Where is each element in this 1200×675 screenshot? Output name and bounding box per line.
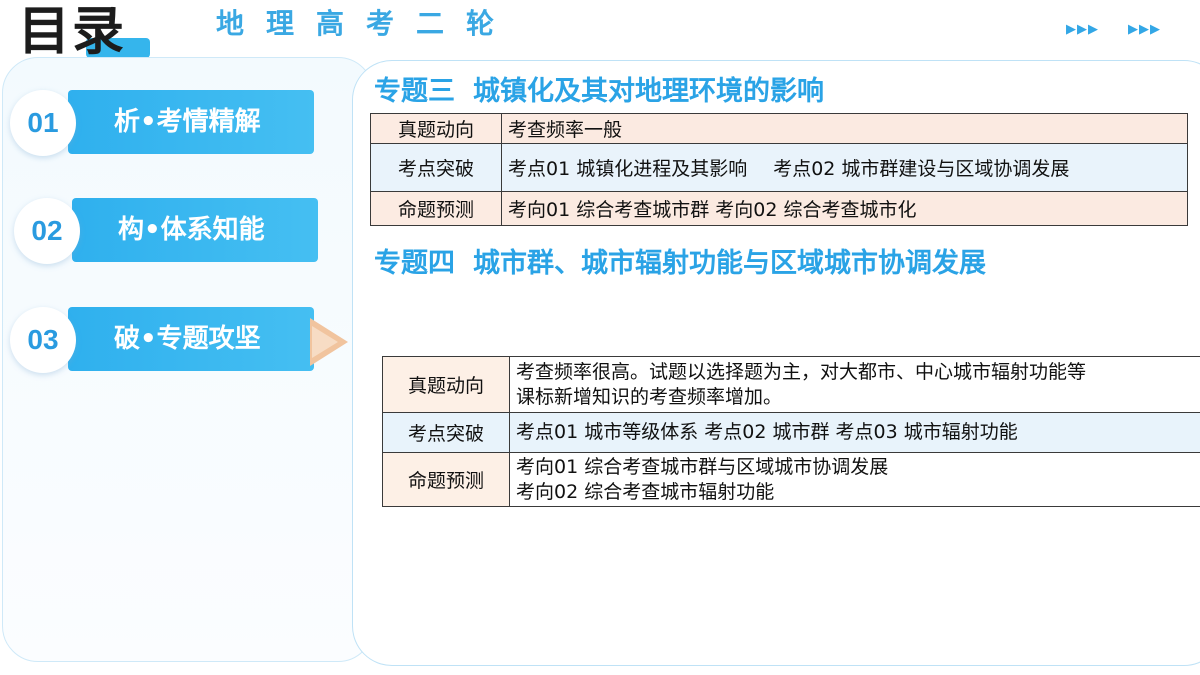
topic3-title-text: 城镇化及其对地理环境的影响 — [473, 76, 824, 107]
table-row: 真题动向 考查频率一般 — [370, 113, 1188, 144]
row-value: 考查频率很高。试题以选择题为主，对大都市、中心城市辐射功能等 课标新增知识的考查频… — [509, 356, 1200, 413]
row-line: 考查频率很高。试题以选择题为主，对大都市、中心城市辐射功能等 — [516, 360, 1087, 383]
nav-label: 构•体系知能 — [72, 198, 318, 262]
row-line: 课标新增知识的考查频率增加。 — [516, 385, 783, 408]
row-value-a: 考点01 城镇化进程及其影响 — [508, 158, 748, 180]
nav-label: 析•考情精解 — [68, 90, 314, 154]
row-value: 考点01 城市等级体系 考点02 城市群 考点03 城市辐射功能 — [509, 412, 1200, 453]
topic4-title-text: 城市群、城市辐射功能与区域城市协调发展 — [473, 248, 986, 279]
active-pointer-inner — [312, 326, 338, 358]
arrows-icon: ▶▶▶ — [1066, 22, 1099, 37]
topic3-head: 专题三 — [374, 76, 455, 107]
row-key: 命题预测 — [382, 452, 510, 507]
topic4-table: 真题动向 考查频率很高。试题以选择题为主，对大都市、中心城市辐射功能等 课标新增知… — [382, 356, 1200, 507]
row-value: 考点01 城镇化进程及其影响 考点02 城市群建设与区域协调发展 — [501, 143, 1188, 192]
table-row: 命题预测 考向01 综合考查城市群与区域城市协调发展 考向02 综合考查城市辐射功… — [382, 452, 1200, 507]
row-value: 考查频率一般 — [501, 113, 1188, 144]
table-row: 考点突破 考点01 城镇化进程及其影响 考点02 城市群建设与区域协调发展 — [370, 143, 1188, 192]
topic3-title: 专题三 城镇化及其对地理环境的影响 — [374, 76, 824, 108]
row-key: 命题预测 — [370, 191, 502, 226]
topic4-head: 专题四 — [374, 248, 455, 279]
row-key: 考点突破 — [370, 143, 502, 192]
nav-number: 03 — [10, 307, 76, 373]
table-row: 命题预测 考向01 综合考查城市群 考向02 综合考查城市化 — [370, 191, 1188, 226]
row-key: 考点突破 — [382, 412, 510, 453]
row-value-b: 考点02 城市群建设与区域协调发展 — [773, 158, 1070, 180]
table-row: 真题动向 考查频率很高。试题以选择题为主，对大都市、中心城市辐射功能等 课标新增知… — [382, 356, 1200, 413]
topic4-title: 专题四 城市群、城市辐射功能与区域城市协调发展 — [374, 248, 986, 280]
nav-number: 02 — [14, 198, 80, 264]
table-row: 考点突破 考点01 城市等级体系 考点02 城市群 考点03 城市辐射功能 — [382, 412, 1200, 453]
nav-label: 破•专题攻坚 — [68, 307, 314, 371]
row-line: 考向02 综合考查城市辐射功能 — [516, 480, 775, 503]
topic3-table: 真题动向 考查频率一般 考点突破 考点01 城镇化进程及其影响 考点02 城市群建… — [370, 113, 1188, 226]
row-line: 考向01 综合考查城市群与区域城市协调发展 — [516, 455, 889, 478]
row-key: 真题动向 — [370, 113, 502, 144]
row-value: 考向01 综合考查城市群 考向02 综合考查城市化 — [501, 191, 1188, 226]
row-key: 真题动向 — [382, 356, 510, 413]
nav-number: 01 — [10, 90, 76, 156]
page-title: 目录 — [18, 2, 127, 62]
arrows-icon: ▶▶▶ — [1128, 22, 1161, 37]
row-value: 考向01 综合考查城市群与区域城市协调发展 考向02 综合考查城市辐射功能 — [509, 452, 1200, 507]
page-subtitle: 地理高考二轮 — [216, 7, 517, 40]
